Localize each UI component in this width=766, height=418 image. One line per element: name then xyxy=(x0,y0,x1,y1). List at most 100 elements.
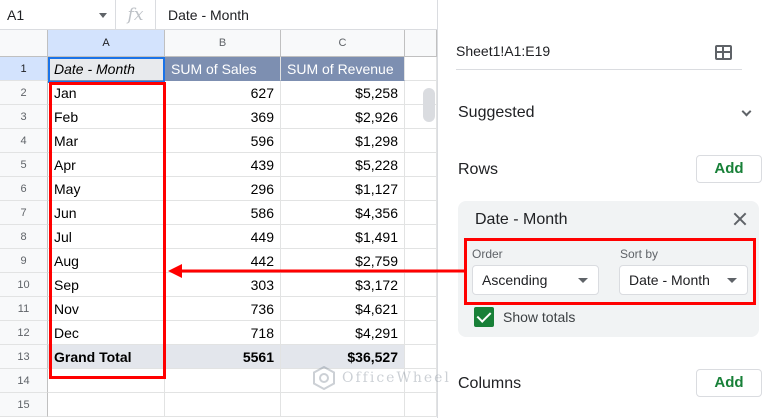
column-header-d[interactable] xyxy=(405,30,437,57)
revenue-cell[interactable]: $3,172 xyxy=(281,273,405,297)
sort-by-label: Sort by xyxy=(620,247,659,261)
table-row: Aug 442 $2,759 xyxy=(48,249,437,273)
name-box[interactable]: A1 xyxy=(0,0,116,30)
spreadsheet-grid: A B C 1 2 3 4 5 6 7 8 9 10 11 12 13 14 1… xyxy=(0,30,437,418)
revenue-cell[interactable]: $2,759 xyxy=(281,249,405,273)
order-value: Ascending xyxy=(482,272,548,288)
sort-by-dropdown[interactable]: Date - Month xyxy=(619,265,748,295)
table-row: Nov 736 $4,621 xyxy=(48,297,437,321)
sales-cell[interactable]: 596 xyxy=(165,129,281,153)
month-cell[interactable]: Jul xyxy=(48,225,165,249)
empty-cell[interactable] xyxy=(165,369,281,393)
formula-input[interactable]: Date - Month xyxy=(156,7,249,23)
revenue-cell[interactable]: $1,127 xyxy=(281,177,405,201)
suggested-heading[interactable]: Suggested xyxy=(458,104,535,122)
order-dropdown[interactable]: Ascending xyxy=(472,265,599,295)
row-header[interactable]: 3 xyxy=(0,105,48,129)
chevron-down-icon[interactable] xyxy=(741,106,752,117)
month-cell[interactable]: Mar xyxy=(48,129,165,153)
row-header[interactable]: 9 xyxy=(0,249,48,273)
add-column-button[interactable]: Add xyxy=(696,369,762,397)
revenue-cell[interactable]: $5,258 xyxy=(281,81,405,105)
row-header[interactable]: 8 xyxy=(0,225,48,249)
empty-cell[interactable] xyxy=(405,225,437,249)
month-cell[interactable]: Apr xyxy=(48,153,165,177)
empty-cell[interactable] xyxy=(405,201,437,225)
name-box-value: A1 xyxy=(7,6,25,23)
revenue-cell[interactable]: $5,228 xyxy=(281,153,405,177)
close-icon[interactable] xyxy=(732,211,748,227)
row-header[interactable]: 5 xyxy=(0,153,48,177)
grand-total-sales[interactable]: 5561 xyxy=(165,345,281,369)
revenue-cell[interactable]: $1,298 xyxy=(281,129,405,153)
sales-cell[interactable]: 718 xyxy=(165,321,281,345)
month-cell[interactable]: Feb xyxy=(48,105,165,129)
vertical-scrollbar[interactable] xyxy=(423,88,435,122)
pivot-header-cell[interactable]: SUM of Revenue xyxy=(281,57,405,81)
empty-cell[interactable] xyxy=(405,297,437,321)
revenue-cell[interactable]: $4,291 xyxy=(281,321,405,345)
revenue-cell[interactable]: $2,926 xyxy=(281,105,405,129)
month-cell[interactable]: Dec xyxy=(48,321,165,345)
grand-total-label[interactable]: Grand Total xyxy=(48,345,165,369)
row-header[interactable]: 1 xyxy=(0,57,48,81)
empty-cell[interactable] xyxy=(405,321,437,345)
month-cell[interactable]: Aug xyxy=(48,249,165,273)
sales-cell[interactable]: 439 xyxy=(165,153,281,177)
empty-cell[interactable] xyxy=(405,249,437,273)
add-row-button[interactable]: Add xyxy=(696,155,762,183)
row-header[interactable]: 10 xyxy=(0,273,48,297)
pivot-header-cell[interactable]: Date - Month xyxy=(48,57,165,81)
row-header[interactable]: 14 xyxy=(0,369,48,393)
empty-cell[interactable] xyxy=(405,393,437,417)
month-cell[interactable]: May xyxy=(48,177,165,201)
show-totals-checkbox[interactable] xyxy=(474,307,494,327)
empty-cell[interactable] xyxy=(281,393,405,417)
pivot-header-cell[interactable]: SUM of Sales xyxy=(165,57,281,81)
select-range-icon[interactable] xyxy=(715,45,732,60)
column-header-a[interactable]: A xyxy=(48,30,165,57)
sales-cell[interactable]: 303 xyxy=(165,273,281,297)
month-cell[interactable]: Nov xyxy=(48,297,165,321)
empty-cell[interactable] xyxy=(48,369,165,393)
column-header-b[interactable]: B xyxy=(165,30,281,57)
sales-cell[interactable]: 296 xyxy=(165,177,281,201)
select-all-corner[interactable] xyxy=(0,30,48,57)
row-header[interactable]: 6 xyxy=(0,177,48,201)
sales-cell[interactable]: 449 xyxy=(165,225,281,249)
revenue-cell[interactable]: $4,621 xyxy=(281,297,405,321)
row-header[interactable]: 7 xyxy=(0,201,48,225)
row-header[interactable]: 11 xyxy=(0,297,48,321)
empty-cell[interactable] xyxy=(405,57,437,81)
row-header[interactable]: 13 xyxy=(0,345,48,369)
empty-cell[interactable] xyxy=(405,177,437,201)
empty-cell[interactable] xyxy=(405,153,437,177)
chevron-down-icon[interactable] xyxy=(99,12,107,18)
month-cell[interactable]: Sep xyxy=(48,273,165,297)
row-header[interactable]: 15 xyxy=(0,393,48,417)
empty-cell[interactable] xyxy=(405,273,437,297)
empty-cell[interactable] xyxy=(165,393,281,417)
row-header[interactable]: 12 xyxy=(0,321,48,345)
show-totals-label[interactable]: Show totals xyxy=(503,309,575,325)
watermark: OfficeWheel xyxy=(312,366,451,390)
table-row: Sep 303 $3,172 xyxy=(48,273,437,297)
column-header-c[interactable]: C xyxy=(281,30,405,57)
row-header[interactable]: 4 xyxy=(0,129,48,153)
empty-cell[interactable] xyxy=(48,393,165,417)
revenue-cell[interactable]: $1,491 xyxy=(281,225,405,249)
row-field-title: Date - Month xyxy=(475,211,568,228)
row-header[interactable]: 2 xyxy=(0,81,48,105)
sales-cell[interactable]: 586 xyxy=(165,201,281,225)
chevron-down-icon xyxy=(578,278,588,283)
month-cell[interactable]: Jan xyxy=(48,81,165,105)
month-cell[interactable]: Jun xyxy=(48,201,165,225)
revenue-cell[interactable]: $4,356 xyxy=(281,201,405,225)
empty-cell[interactable] xyxy=(405,129,437,153)
data-range[interactable]: Sheet1!A1:E19 xyxy=(456,43,550,59)
sales-cell[interactable]: 736 xyxy=(165,297,281,321)
sales-cell[interactable]: 627 xyxy=(165,81,281,105)
sales-cell[interactable]: 369 xyxy=(165,105,281,129)
sales-cell[interactable]: 442 xyxy=(165,249,281,273)
table-row: Feb 369 $2,926 xyxy=(48,105,437,129)
